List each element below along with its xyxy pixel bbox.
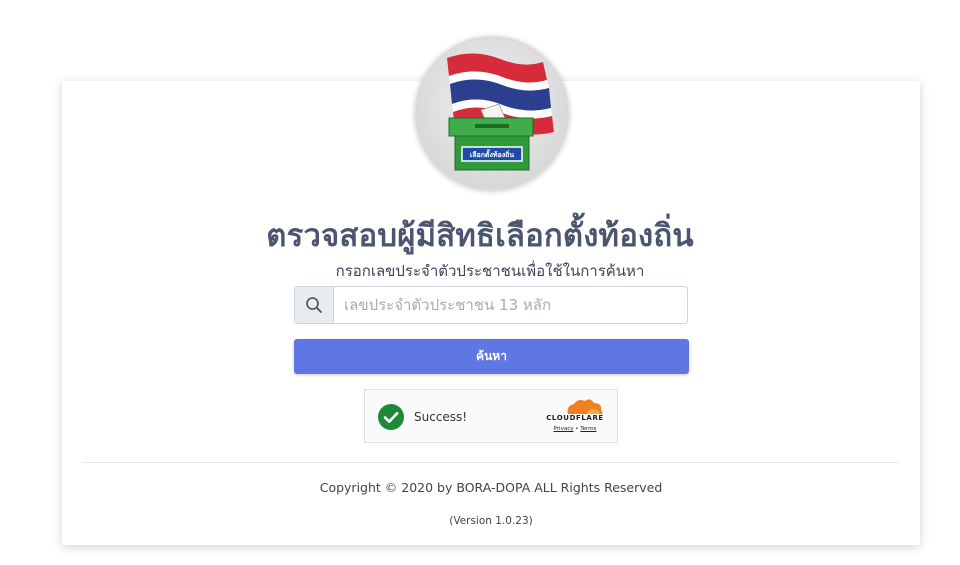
- copyright-text: Copyright © 2020 by BORA-DOPA ALL Rights…: [319, 480, 663, 495]
- election-logo: เลือกตั้งท้องถิ่น: [415, 36, 569, 190]
- search-icon: [306, 297, 322, 313]
- citizen-id-input[interactable]: [334, 287, 687, 323]
- search-addon: [295, 287, 334, 323]
- search-group: [294, 286, 688, 324]
- page-subtitle: กรอกเลขประจำตัวประชาชนเพื่อใช้ในการค้นหา: [335, 262, 645, 280]
- cloudflare-wordmark: CLOUDFLARE: [546, 414, 604, 422]
- logo-label: เลือกตั้งท้องถิ่น: [469, 151, 515, 159]
- captcha-status: Success!: [414, 410, 468, 424]
- link-separator: •: [575, 426, 579, 432]
- footer-divider: [82, 462, 899, 463]
- cloudflare-links: Privacy • Terms: [542, 426, 608, 432]
- search-button[interactable]: ค้นหา: [294, 339, 689, 374]
- cloudflare-captcha[interactable]: Success! CLOUDFLARE Privacy • Terms: [364, 389, 618, 443]
- terms-link[interactable]: Terms: [580, 426, 596, 432]
- page-title: ตรวจสอบผู้มีสิทธิเลือกตั้งท้องถิ่น: [266, 218, 694, 254]
- version-text: (Version 1.0.23): [449, 515, 533, 527]
- privacy-link[interactable]: Privacy: [554, 426, 574, 432]
- success-check-icon: [378, 404, 404, 430]
